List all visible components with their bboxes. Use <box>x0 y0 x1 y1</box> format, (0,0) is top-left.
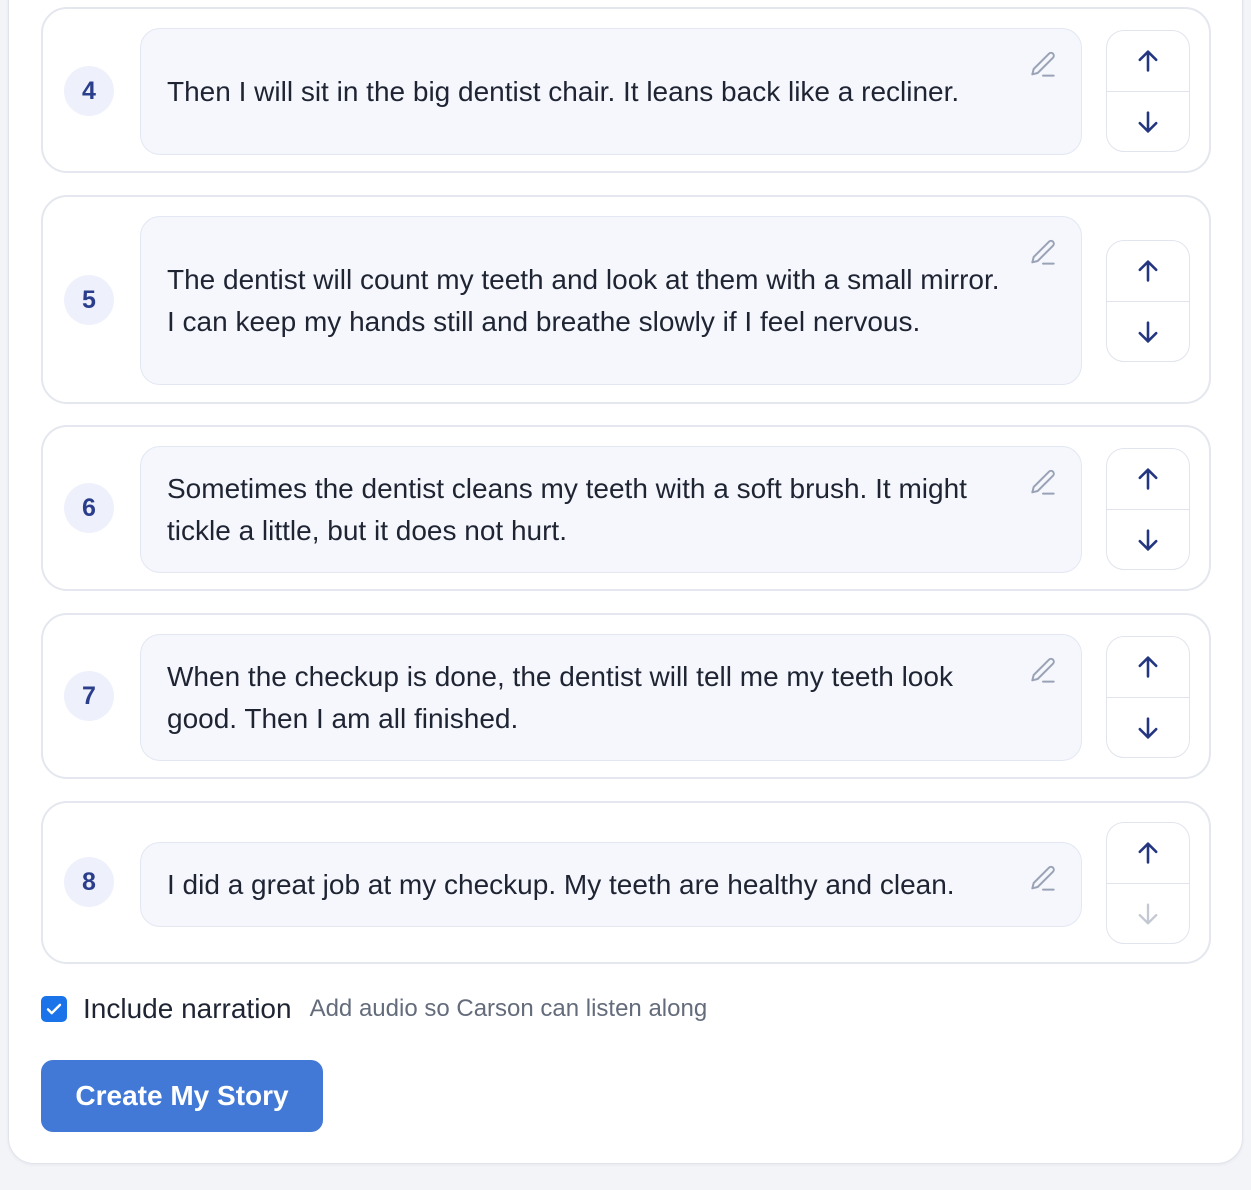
arrow-down-icon <box>1138 111 1158 133</box>
arrow-up-icon <box>1138 260 1158 282</box>
pencil-icon[interactable] <box>1027 49 1059 81</box>
step-number-badge: 6 <box>64 483 114 533</box>
reorder-controls <box>1106 240 1190 362</box>
move-down-button[interactable] <box>1107 510 1189 569</box>
narration-label[interactable]: Include narration <box>83 993 292 1025</box>
story-step-card: 5 The dentist will count my teeth and lo… <box>41 195 1211 404</box>
step-text: Sometimes the dentist cleans my teeth wi… <box>167 472 967 546</box>
move-down-button[interactable] <box>1107 92 1189 151</box>
reorder-controls <box>1106 636 1190 758</box>
arrow-up-icon <box>1138 842 1158 864</box>
arrow-up-icon <box>1138 468 1158 490</box>
step-number-badge: 4 <box>64 66 114 116</box>
move-up-button[interactable] <box>1107 449 1189 510</box>
step-text-field[interactable]: When the checkup is done, the dentist wi… <box>140 634 1082 761</box>
pencil-icon[interactable] <box>1027 863 1059 895</box>
move-down-button[interactable] <box>1107 698 1189 757</box>
pencil-icon[interactable] <box>1027 655 1059 687</box>
story-step-card: 6 Sometimes the dentist cleans my teeth … <box>41 425 1211 591</box>
arrow-up-icon <box>1138 50 1158 72</box>
narration-hint: Add audio so Carson can listen along <box>309 995 708 1022</box>
checkmark-icon <box>46 1003 62 1015</box>
move-up-button[interactable] <box>1107 31 1189 92</box>
reorder-controls <box>1106 822 1190 944</box>
move-down-button[interactable] <box>1107 302 1189 361</box>
story-step-card: 7 When the checkup is done, the dentist … <box>41 613 1211 779</box>
arrow-down-icon <box>1138 717 1158 739</box>
step-text-field[interactable]: I did a great job at my checkup. My teet… <box>140 842 1082 927</box>
pencil-icon[interactable] <box>1027 467 1059 499</box>
step-text-field[interactable]: Then I will sit in the big dentist chair… <box>140 28 1082 155</box>
step-text-field[interactable]: Sometimes the dentist cleans my teeth wi… <box>140 446 1082 573</box>
step-text-field[interactable]: The dentist will count my teeth and look… <box>140 216 1082 385</box>
story-step-card: 4 Then I will sit in the big dentist cha… <box>41 7 1211 173</box>
arrow-down-icon <box>1138 903 1158 925</box>
step-number-badge: 7 <box>64 671 114 721</box>
move-up-button[interactable] <box>1107 637 1189 698</box>
reorder-controls <box>1106 448 1190 570</box>
step-number-badge: 8 <box>64 857 114 907</box>
narration-option: Include narration Add audio so Carson ca… <box>41 993 707 1025</box>
move-up-button[interactable] <box>1107 823 1189 884</box>
step-text: The dentist will count my teeth and look… <box>167 263 1000 337</box>
create-story-button[interactable]: Create My Story <box>41 1060 323 1132</box>
step-text: When the checkup is done, the dentist wi… <box>167 660 953 734</box>
pencil-icon[interactable] <box>1027 237 1059 269</box>
arrow-down-icon <box>1138 321 1158 343</box>
narration-checkbox[interactable] <box>41 996 67 1022</box>
step-number-badge: 5 <box>64 275 114 325</box>
step-text: I did a great job at my checkup. My teet… <box>167 868 955 900</box>
move-up-button[interactable] <box>1107 241 1189 302</box>
arrow-up-icon <box>1138 656 1158 678</box>
arrow-down-icon <box>1138 529 1158 551</box>
story-step-card: 8 I did a great job at my checkup. My te… <box>41 801 1211 964</box>
step-text: Then I will sit in the big dentist chair… <box>167 75 960 107</box>
reorder-controls <box>1106 30 1190 152</box>
move-down-button-disabled <box>1107 884 1189 943</box>
